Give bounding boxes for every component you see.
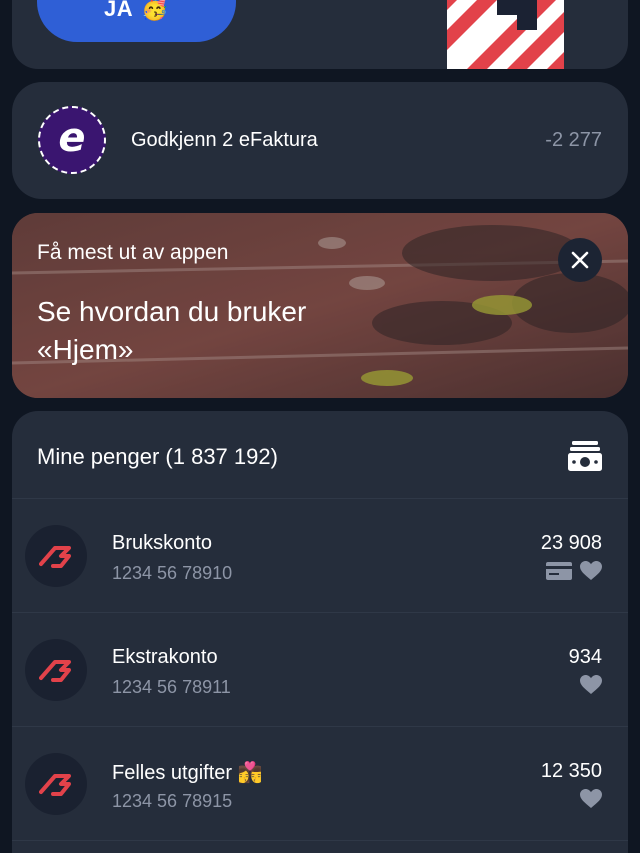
account-name: Ekstrakonto xyxy=(112,646,218,668)
card-icon xyxy=(546,562,572,580)
my-money-header[interactable]: Mine penger (1 837 192) xyxy=(12,411,628,499)
top-card: JA 🥳 xyxy=(12,0,628,69)
account-icons xyxy=(580,675,602,695)
promo-title: Se hvordan du bruker «Hjem» xyxy=(37,296,307,365)
close-button[interactable] xyxy=(558,238,602,282)
bank-logo-icon xyxy=(25,525,87,587)
efaktura-card[interactable]: e Godkjenn 2 eFaktura -2 277 xyxy=(12,82,628,199)
bank-logo-icon xyxy=(25,753,87,815)
brand-graphic xyxy=(447,0,564,69)
app-screen: JA 🥳 e Godkjenn 2 eFaktura -2 277 Få mes… xyxy=(0,0,640,853)
account-row[interactable]: Felles utgifter 👩‍❤️‍💋‍👨 1234 56 78915 1… xyxy=(12,727,628,841)
bank-logo-icon xyxy=(25,639,87,701)
account-balance: 934 xyxy=(568,646,602,668)
account-row[interactable]: Ekstrakonto 1234 56 78911 934 xyxy=(12,613,628,727)
efaktura-amount: -2 277 xyxy=(545,129,602,151)
account-name: Felles utgifter 👩‍❤️‍💋‍👨 xyxy=(112,762,263,784)
promo-banner[interactable]: Få mest ut av appen Se hvordan du bruker… xyxy=(12,213,628,398)
party-emoji-icon: 🥳 xyxy=(141,0,170,21)
heart-icon[interactable] xyxy=(580,561,602,581)
promo-kicker: Få mest ut av appen xyxy=(37,241,229,264)
account-number: 1234 56 78911 xyxy=(112,677,231,697)
account-icons xyxy=(580,789,602,809)
account-icons xyxy=(546,561,602,581)
heart-icon[interactable] xyxy=(580,789,602,809)
wallet-icon[interactable] xyxy=(568,439,602,471)
my-money-section: Mine penger (1 837 192) Brukskonto 1234 … xyxy=(12,411,628,853)
efaktura-label: Godkjenn 2 eFaktura xyxy=(131,129,318,151)
account-balance: 12 350 xyxy=(540,760,602,782)
efaktura-logo-icon: e xyxy=(38,106,106,174)
account-number: 1234 56 78915 xyxy=(112,791,233,811)
account-balance: 23 908 xyxy=(540,532,602,554)
account-number: 1234 56 78910 xyxy=(112,563,233,583)
confirm-button-label: JA xyxy=(103,0,134,21)
close-icon xyxy=(571,251,589,269)
my-money-title: Mine penger (1 837 192) xyxy=(37,444,278,469)
account-name: Brukskonto xyxy=(112,532,213,554)
confirm-button[interactable]: JA 🥳 xyxy=(37,0,236,42)
heart-icon[interactable] xyxy=(580,675,602,695)
efaktura-logo-letter: e xyxy=(58,115,86,161)
account-row[interactable]: Brukskonto 1234 56 78910 23 908 xyxy=(12,499,628,613)
